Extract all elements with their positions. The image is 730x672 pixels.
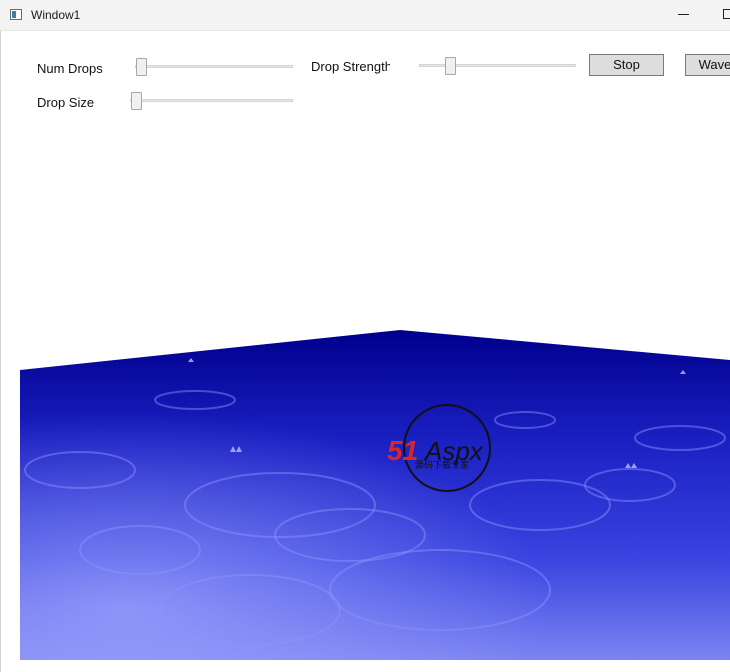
num-drops-label: Num Drops [37,61,103,76]
drop-strength-slider[interactable] [419,57,576,75]
slider-track [135,65,293,68]
drop-size-label: Drop Size [37,95,95,110]
minimize-icon[interactable] [678,14,689,15]
wave-button[interactable]: Wave [685,54,730,76]
drop-strength-label: Drop Strength [311,59,390,74]
slider-thumb[interactable] [445,57,456,75]
water-highlight [20,330,730,660]
drop-size-slider[interactable] [130,92,293,110]
app-icon [10,9,22,20]
watermark-brand-51: 51 [387,435,418,466]
window-title: Window1 [31,8,81,22]
title-bar: Window1 [0,0,730,31]
slider-thumb[interactable] [131,92,142,110]
slider-thumb[interactable] [136,58,147,76]
maximize-icon[interactable] [723,9,730,19]
slider-track [130,99,293,102]
stop-button[interactable]: Stop [589,54,664,76]
watermark-tagline: 源码下载专家 [415,459,469,471]
water-surface-3d-view[interactable] [20,320,730,660]
watermark-logo: 51 Aspx 源码下载专家 [387,404,491,492]
slider-track [419,64,576,67]
num-drops-slider[interactable] [135,58,293,76]
